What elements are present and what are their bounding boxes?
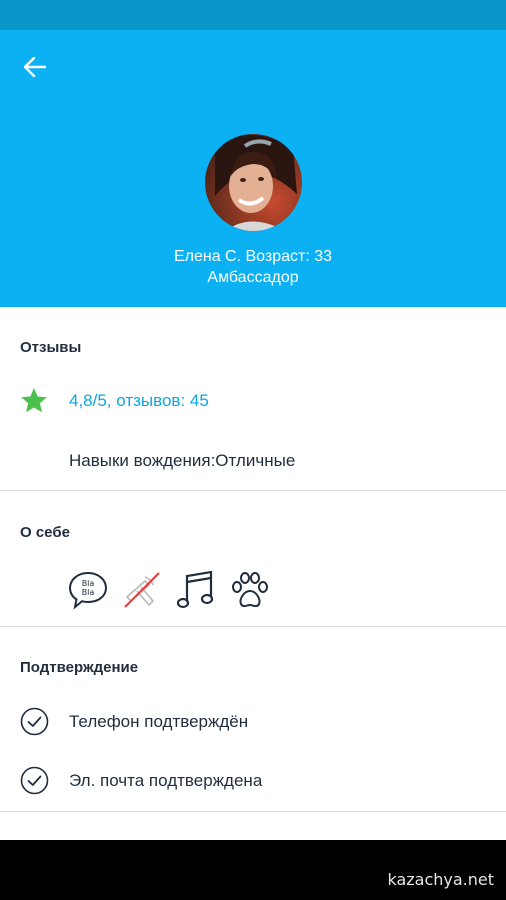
profile-name-age: Елена С. Возраст: 33 [173, 248, 333, 265]
avatar[interactable] [205, 134, 302, 231]
svg-text:Bla: Bla [82, 579, 95, 588]
check-circle-icon [20, 766, 49, 800]
svg-text:Bla: Bla [82, 588, 95, 597]
email-verified: Эл. почта подтверждена [69, 771, 263, 790]
no-smoking-icon [121, 569, 163, 611]
music-note-icon [175, 569, 217, 611]
about-icons: Bla Bla [67, 569, 271, 611]
divider [0, 811, 506, 812]
navigation-bar: kazachya.net [0, 840, 506, 900]
star-icon [20, 387, 48, 419]
watermark: kazachya.net [387, 870, 494, 889]
about-title: О себе [20, 524, 70, 541]
check-circle-icon [20, 707, 49, 741]
rating-summary[interactable]: 4,8/5, отзывов: 45 [69, 391, 209, 411]
verification-title: Подтверждение [20, 659, 139, 676]
phone-verified: Телефон подтверждён [69, 712, 249, 731]
profile-role: Амбассадор [207, 269, 299, 286]
chat-bubble-icon: Bla Bla [67, 569, 109, 611]
divider [0, 490, 506, 491]
driving-skills: Навыки вождения:Отличные [69, 451, 296, 470]
paw-icon [229, 569, 271, 611]
back-button[interactable] [18, 50, 52, 84]
reviews-title: Отзывы [20, 339, 82, 356]
profile-header: Елена С. Возраст: 33 Амбассадор [0, 30, 506, 307]
status-bar [0, 0, 506, 30]
divider [0, 626, 506, 627]
arrow-left-icon [24, 57, 46, 77]
